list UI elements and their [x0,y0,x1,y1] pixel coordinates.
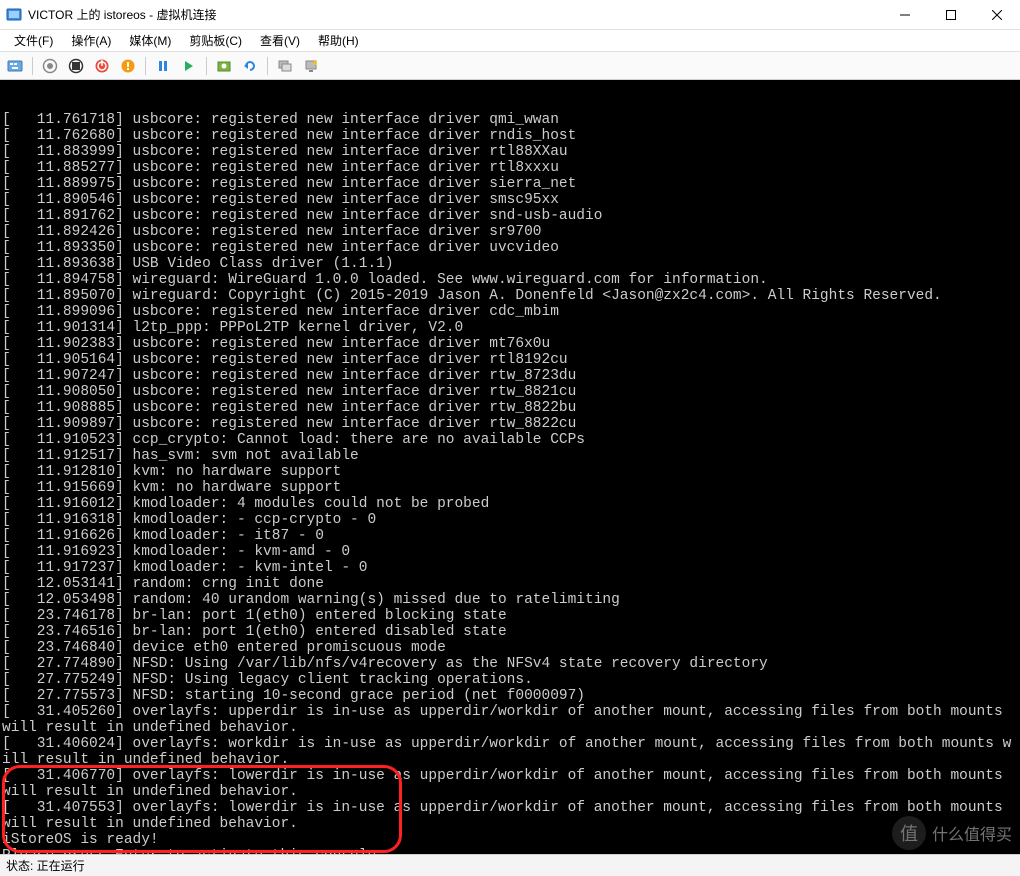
start-button[interactable] [39,55,61,77]
console-line: [ 27.775249] NFSD: Using legacy client t… [2,672,1018,688]
console-line: [ 12.053498] random: 40 urandom warning(… [2,592,1018,608]
console-line: [ 11.901314] l2tp_ppp: PPPoL2TP kernel d… [2,320,1018,336]
close-button[interactable] [974,0,1020,30]
console-line: [ 11.916318] kmodloader: - ccp-crypto - … [2,512,1018,528]
console-line: [ 11.905164] usbcore: registered new int… [2,352,1018,368]
console-line: [ 11.761718] usbcore: registered new int… [2,112,1018,128]
console-line: [ 27.774890] NFSD: Using /var/lib/nfs/v4… [2,656,1018,672]
toolbar-separator [267,57,268,75]
console-line: [ 27.775573] NFSD: starting 10-second gr… [2,688,1018,704]
console-line: [ 11.899096] usbcore: registered new int… [2,304,1018,320]
status-text: 状态: 正在运行 [6,857,85,874]
console-line: [ 23.746516] br-lan: port 1(eth0) entere… [2,624,1018,640]
reset-button[interactable] [178,55,200,77]
watermark-logo-icon: 值 [892,816,926,850]
share-button[interactable] [300,55,322,77]
console-line: [ 11.902383] usbcore: registered new int… [2,336,1018,352]
console-line: [ 11.912517] has_svm: svm not available [2,448,1018,464]
window-title: VICTOR 上的 istoreos - 虚拟机连接 [28,6,882,23]
enhanced-session-button[interactable] [274,55,296,77]
console-line: [ 11.916923] kmodloader: - kvm-amd - 0 [2,544,1018,560]
maximize-button[interactable] [928,0,974,30]
snapshot-button[interactable] [213,55,235,77]
console-line: [ 11.893350] usbcore: registered new int… [2,240,1018,256]
pause-button[interactable] [152,55,174,77]
console-line: [ 31.407553] overlayfs: lowerdir is in-u… [2,800,1018,832]
statusbar: 状态: 正在运行 [0,854,1020,876]
revert-button[interactable] [239,55,261,77]
console-line: Please press Enter to activate this cons… [2,848,1018,854]
menu-media[interactable]: 媒体(M) [121,30,179,51]
console-line: [ 11.893638] USB Video Class driver (1.1… [2,256,1018,272]
menubar: 文件(F) 操作(A) 媒体(M) 剪贴板(C) 查看(V) 帮助(H) [0,30,1020,52]
save-button[interactable] [117,55,139,77]
console-line: [ 11.908050] usbcore: registered new int… [2,384,1018,400]
toolbar-separator [206,57,207,75]
menu-file[interactable]: 文件(F) [6,30,61,51]
console-line: [ 11.912810] kvm: no hardware support [2,464,1018,480]
console-line: [ 31.406024] overlayfs: workdir is in-us… [2,736,1018,768]
console-line: [ 11.889975] usbcore: registered new int… [2,176,1018,192]
console-line: [ 31.405260] overlayfs: upperdir is in-u… [2,704,1018,736]
menu-view[interactable]: 查看(V) [252,30,308,51]
vm-console[interactable]: [ 11.761718] usbcore: registered new int… [0,80,1020,854]
console-line: [ 12.053141] random: crng init done [2,576,1018,592]
console-line: [ 11.917237] kmodloader: - kvm-intel - 0 [2,560,1018,576]
console-line: [ 11.910523] ccp_crypto: Cannot load: th… [2,432,1018,448]
console-line: [ 31.406770] overlayfs: lowerdir is in-u… [2,768,1018,800]
turnoff-button[interactable] [65,55,87,77]
console-line: [ 11.885277] usbcore: registered new int… [2,160,1018,176]
toolbar-separator [145,57,146,75]
console-line: [ 23.746840] device eth0 entered promisc… [2,640,1018,656]
console-line: [ 11.890546] usbcore: registered new int… [2,192,1018,208]
toolbar-separator [32,57,33,75]
console-line: [ 11.907247] usbcore: registered new int… [2,368,1018,384]
watermark: 值 什么值得买 [892,816,1012,850]
minimize-button[interactable] [882,0,928,30]
console-line: [ 23.746178] br-lan: port 1(eth0) entere… [2,608,1018,624]
console-line: iStoreOS is ready! [2,832,1018,848]
console-line: [ 11.895070] wireguard: Copyright (C) 20… [2,288,1018,304]
watermark-text: 什么值得买 [932,821,1012,845]
console-line: [ 11.916012] kmodloader: 4 modules could… [2,496,1018,512]
toolbar [0,52,1020,80]
console-line: [ 11.883999] usbcore: registered new int… [2,144,1018,160]
window-titlebar: VICTOR 上的 istoreos - 虚拟机连接 [0,0,1020,30]
console-line: [ 11.892426] usbcore: registered new int… [2,224,1018,240]
menu-clipboard[interactable]: 剪贴板(C) [181,30,250,51]
app-icon [6,7,22,23]
shutdown-button[interactable] [91,55,113,77]
menu-help[interactable]: 帮助(H) [310,30,367,51]
menu-action[interactable]: 操作(A) [63,30,119,51]
ctrl-alt-del-button[interactable] [4,55,26,77]
console-line: [ 11.908885] usbcore: registered new int… [2,400,1018,416]
console-line: [ 11.909897] usbcore: registered new int… [2,416,1018,432]
console-line: [ 11.916626] kmodloader: - it87 - 0 [2,528,1018,544]
console-line: [ 11.915669] kvm: no hardware support [2,480,1018,496]
console-line: [ 11.894758] wireguard: WireGuard 1.0.0 … [2,272,1018,288]
console-line: [ 11.762680] usbcore: registered new int… [2,128,1018,144]
console-line: [ 11.891762] usbcore: registered new int… [2,208,1018,224]
